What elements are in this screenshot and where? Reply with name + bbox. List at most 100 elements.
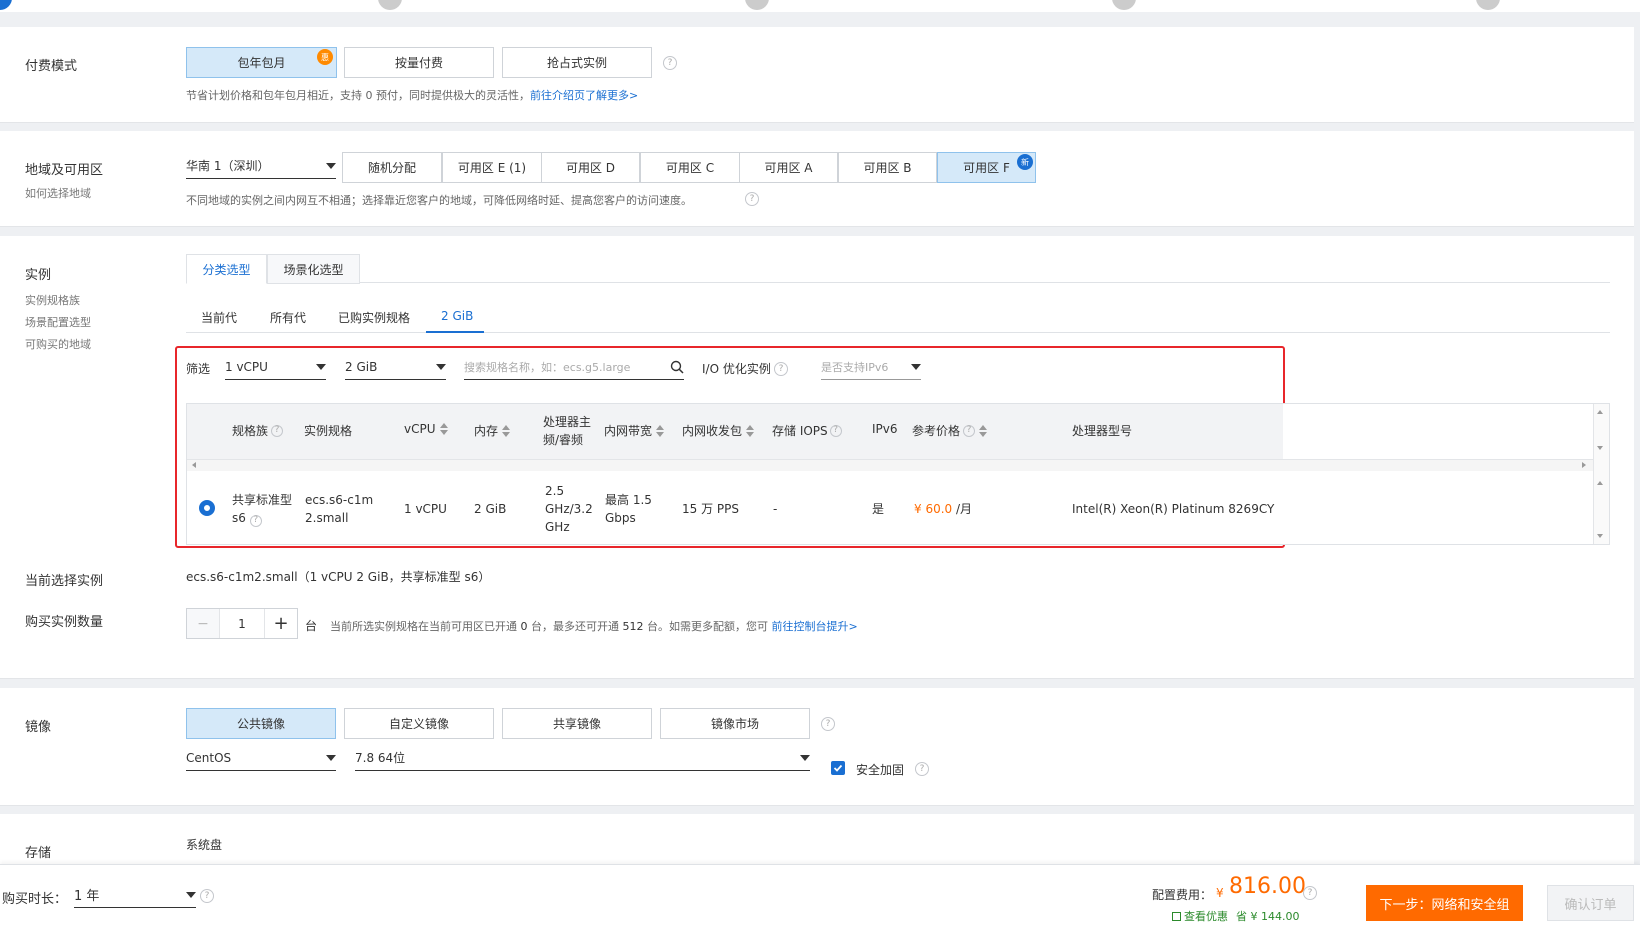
- billing-option-subscription[interactable]: 包年包月: [186, 47, 337, 78]
- cpu-filter-value: 1 vCPU: [225, 359, 268, 374]
- col-bandwidth[interactable]: 内网带宽: [604, 422, 665, 439]
- table-vscroll[interactable]: [1593, 404, 1609, 544]
- col-pps[interactable]: 内网收发包: [682, 422, 755, 439]
- security-checkbox[interactable]: [831, 761, 845, 775]
- scroll-right-arrow-icon[interactable]: [1582, 462, 1586, 468]
- search-icon[interactable]: [670, 360, 684, 374]
- sort-icon[interactable]: [656, 424, 665, 437]
- quantity-plus-button[interactable]: +: [265, 609, 297, 638]
- scroll-up-arrow-icon[interactable]: [1597, 481, 1603, 485]
- region-help-link[interactable]: 如何选择地域: [25, 185, 91, 201]
- chevron-down-icon: [326, 162, 336, 169]
- iops-help-icon[interactable]: ?: [829, 424, 842, 437]
- image-marketplace[interactable]: 镜像市场: [660, 708, 810, 739]
- ipv6-filter[interactable]: 是否支持IPv6: [821, 354, 921, 380]
- scroll-down-arrow-icon[interactable]: [1597, 534, 1603, 538]
- region-hint-help-icon[interactable]: ?: [745, 192, 759, 206]
- io-optimized-label: I/O 优化实例: [702, 362, 771, 376]
- quantity-minus-button[interactable]: −: [187, 609, 219, 638]
- gen-current[interactable]: 当前代: [201, 309, 237, 326]
- col-price-label: 参考价格: [912, 424, 961, 438]
- next-button[interactable]: 下一步：网络和安全组: [1366, 885, 1523, 921]
- os-select[interactable]: CentOS: [186, 745, 336, 771]
- col-vcpu[interactable]: vCPU: [404, 422, 448, 436]
- image-label: 镜像: [25, 720, 52, 735]
- zone-b[interactable]: 可用区 B: [838, 152, 937, 183]
- quantity-input[interactable]: 1: [219, 609, 265, 638]
- region-hint: 不同地域的实例之间内网互不相通；选择靠近您客户的地域，可降低网络时延、提高您客户…: [186, 194, 692, 207]
- mem-filter[interactable]: 2 GiB: [345, 354, 446, 380]
- sort-icon[interactable]: [746, 424, 755, 437]
- duration-select[interactable]: 1 年: [74, 882, 196, 908]
- cost-help-icon[interactable]: ?: [1303, 886, 1317, 900]
- zone-c[interactable]: 可用区 C: [640, 152, 740, 183]
- current-label: 当前选择实例: [25, 574, 104, 589]
- scroll-left-arrow-icon[interactable]: [192, 462, 196, 468]
- row-freq: 2.5 GHz/3.2 GHz: [545, 484, 593, 534]
- quantity-label: 购买实例数量: [25, 615, 104, 630]
- instance-sub-scenario[interactable]: 场景配置选型: [25, 314, 91, 330]
- row-iops: -: [773, 502, 778, 516]
- sort-icon[interactable]: [979, 424, 988, 437]
- sort-icon[interactable]: [439, 423, 448, 435]
- quota-link[interactable]: 前往控制台提升>: [772, 620, 858, 633]
- image-panel: 镜像 公共镜像 自定义镜像 共享镜像 镜像市场 ? CentOS 7.8 64位…: [0, 688, 1634, 806]
- image-help-icon[interactable]: ?: [821, 717, 835, 731]
- chevron-down-icon: [800, 754, 810, 761]
- zone-a[interactable]: 可用区 A: [739, 152, 838, 183]
- chevron-down-icon: [186, 891, 196, 898]
- os-version-select[interactable]: 7.8 64位: [355, 745, 810, 771]
- col-pps-label: 内网收发包: [682, 424, 743, 438]
- step-bar: [0, 0, 1640, 12]
- billing-hint: 节省计划价格和包年包月相近，支持 0 预付，同时提供极大的灵活性，前往介绍页了解…: [186, 87, 638, 103]
- scroll-up-arrow-icon[interactable]: [1597, 410, 1603, 414]
- chevron-down-icon: [316, 363, 326, 370]
- tab-category[interactable]: 分类选型: [186, 254, 267, 284]
- new-badge: 新: [1017, 154, 1033, 170]
- step-3-icon: [745, 0, 769, 10]
- image-custom[interactable]: 自定义镜像: [344, 708, 494, 739]
- ipv6-filter-placeholder: 是否支持IPv6: [821, 360, 889, 374]
- billing-help-icon[interactable]: ?: [663, 56, 677, 70]
- col-mem[interactable]: 内存: [474, 422, 511, 439]
- gen-active-indicator: [426, 331, 484, 333]
- step-5-icon: [1476, 0, 1500, 10]
- row-family-help-icon[interactable]: ?: [249, 514, 262, 527]
- table-hscroll[interactable]: [187, 459, 1593, 471]
- duration-help-icon[interactable]: ?: [200, 889, 214, 903]
- billing-option-spot[interactable]: 抢占式实例: [502, 47, 652, 78]
- cpu-filter[interactable]: 1 vCPU: [225, 354, 326, 380]
- generations-line: [186, 332, 1610, 333]
- billing-panel: 付费模式 包年包月 惠 按量付费 抢占式实例 ? 节省计划价格和包年包月相近，支…: [0, 27, 1634, 123]
- col-price[interactable]: 参考价格?: [912, 422, 988, 439]
- col-ipv6: IPv6: [872, 422, 898, 436]
- confirm-order-button[interactable]: 确认订单: [1547, 885, 1634, 921]
- discount-link[interactable]: 查看优惠: [1172, 908, 1228, 924]
- gen-all[interactable]: 所有代: [270, 309, 306, 326]
- sort-icon[interactable]: [502, 424, 511, 437]
- zone-d[interactable]: 可用区 D: [541, 152, 640, 183]
- instance-sub-regions[interactable]: 可购买的地域: [25, 336, 91, 352]
- col-family: 规格族?: [232, 422, 284, 439]
- gen-2gib[interactable]: 2 GiB: [441, 309, 473, 323]
- security-help-icon[interactable]: ?: [915, 762, 929, 776]
- tab-scenario[interactable]: 场景化选型: [267, 254, 360, 284]
- billing-label: 付费模式: [25, 59, 78, 74]
- zone-random[interactable]: 随机分配: [342, 152, 442, 183]
- security-label: 安全加固: [856, 763, 905, 777]
- image-shared[interactable]: 共享镜像: [502, 708, 652, 739]
- instance-sub-family[interactable]: 实例规格族: [25, 292, 80, 308]
- row-radio[interactable]: [199, 500, 215, 516]
- zone-e[interactable]: 可用区 E (1): [442, 152, 542, 183]
- scroll-down-arrow-icon[interactable]: [1597, 446, 1603, 450]
- region-select[interactable]: 华南 1（深圳）: [186, 153, 336, 179]
- family-help-icon[interactable]: ?: [271, 424, 284, 437]
- image-public[interactable]: 公共镜像: [186, 708, 336, 739]
- io-help-icon[interactable]: ?: [774, 362, 788, 376]
- billing-option-pay-as-you-go[interactable]: 按量付费: [344, 47, 494, 78]
- spec-search-input[interactable]: 搜索规格名称，如：ecs.g5.large: [464, 354, 684, 380]
- price-help-icon[interactable]: ?: [963, 424, 976, 437]
- instance-tabs-line: [186, 282, 1610, 283]
- billing-learn-more-link[interactable]: 前往介绍页了解更多>: [530, 89, 638, 102]
- gen-purchased[interactable]: 已购实例规格: [338, 309, 410, 326]
